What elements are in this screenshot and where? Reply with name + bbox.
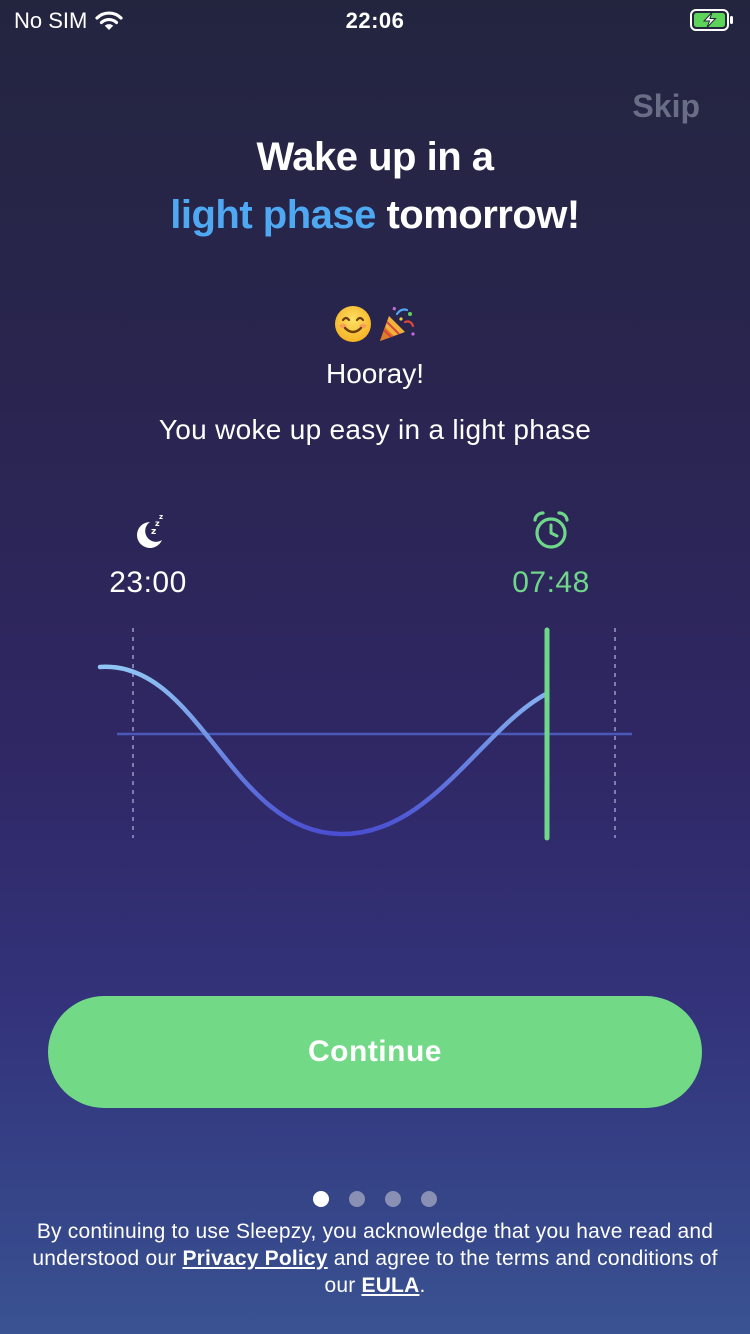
skip-button[interactable]: Skip [632,88,700,125]
smiling-face-icon [335,306,371,342]
title-line-2: light phase tomorrow! [0,186,750,244]
page-dot [313,1191,329,1207]
eula-link[interactable]: EULA [361,1274,419,1297]
sleep-phase-curve [97,664,549,837]
status-bar: No SIM 22:06 [0,0,750,40]
continue-button[interactable]: Continue [48,996,702,1108]
status-time: 22:06 [345,8,405,33]
title-line-1: Wake up in a [256,135,494,179]
sleep-time: 23:00 [109,566,187,599]
privacy-policy-link[interactable]: Privacy Policy [182,1247,327,1270]
page-title: Wake up in a light phase tomorrow! [0,128,750,244]
alarm-clock-icon [533,511,569,549]
wake-time-block: 07:48 [481,508,621,600]
wake-time: 07:48 [512,566,590,599]
page-dot [385,1191,401,1207]
emoji-row [0,304,750,344]
success-heading: Hooray! [325,358,425,389]
page-indicator [0,1191,750,1207]
moon-sleep-icon: z z z [137,513,163,548]
svg-text:z: z [151,527,156,537]
page-dot [421,1191,437,1207]
battery-charging-icon [690,9,733,31]
page-dot [349,1191,365,1207]
legal-notice: By continuing to use Sleepzy, you acknow… [20,1218,730,1299]
sleep-phase-chart [97,627,632,841]
title-rest: tomorrow! [375,193,580,237]
party-popper-icon [380,306,415,341]
title-accent: light phase [170,193,376,237]
success-message: You woke up easy in a light phase [158,414,592,445]
sleep-time-block: z z z 23:00 [78,508,218,600]
legal-text-after: . [419,1274,426,1297]
svg-text:z: z [159,513,163,521]
